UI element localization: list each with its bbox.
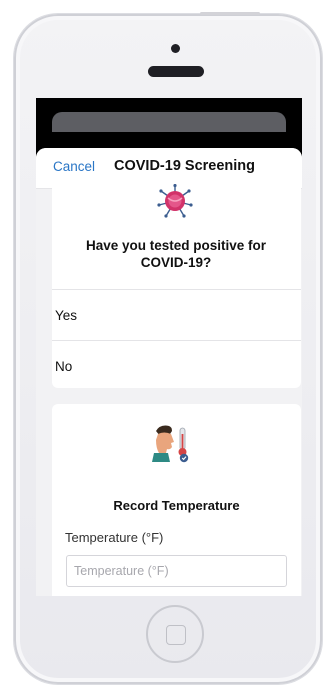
option-no[interactable]: No [52, 340, 301, 391]
record-temperature-card: Record Temperature Temperature (°F) [52, 404, 301, 596]
phone-screen: Cancel COVID-19 Screening Have you teste… [36, 98, 302, 596]
home-square-icon [166, 625, 186, 645]
background-sheet [52, 112, 286, 132]
temperature-field-label: Temperature (°F) [65, 530, 164, 545]
modal-nav-bar: Cancel COVID-19 Screening [36, 148, 302, 189]
cancel-button[interactable]: Cancel [53, 159, 95, 174]
home-button[interactable] [146, 605, 204, 663]
phone-side-button [200, 12, 260, 15]
temperature-heading: Record Temperature [113, 498, 240, 513]
screening-modal: Cancel COVID-19 Screening Have you teste… [36, 148, 302, 596]
modal-title: COVID-19 Screening [114, 158, 256, 174]
option-yes[interactable]: Yes [52, 289, 301, 340]
question-text: Have you tested positive for COVID-19? [85, 238, 267, 270]
thermometer-person-icon [152, 425, 189, 463]
option-yes-label: Yes [55, 308, 78, 323]
option-no-label: No [55, 359, 73, 374]
virus-icon [157, 184, 193, 218]
earpiece-speaker [148, 66, 204, 77]
temperature-input[interactable] [66, 555, 287, 587]
front-camera [171, 44, 180, 53]
positive-test-question-card: Have you tested positive for COVID-19? Y… [52, 184, 301, 391]
